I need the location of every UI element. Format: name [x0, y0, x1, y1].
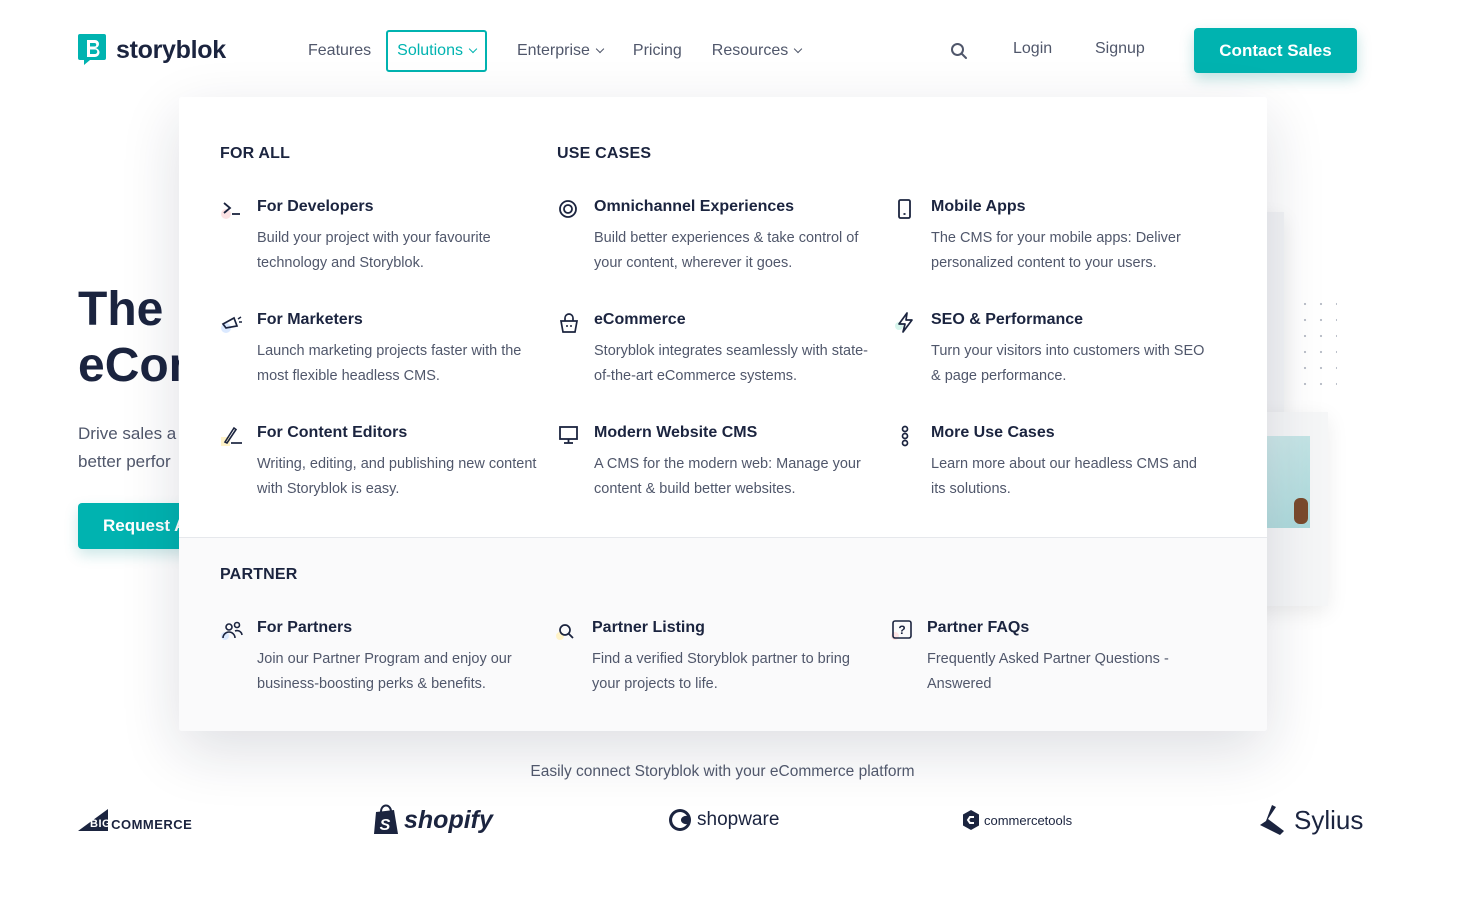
shopify-bag-icon: S	[374, 804, 398, 834]
chevron-down-icon	[794, 44, 803, 54]
sylius-text: Sylius	[1294, 804, 1364, 835]
menu-item-description: Turn your visitors into customers with S…	[931, 343, 1205, 384]
menu-item-title: For Partners	[257, 619, 353, 636]
commercetools-text: commercetools	[984, 812, 1073, 828]
site-header: storyblok Features Solutions Enterprise …	[0, 0, 1470, 100]
more-icon	[894, 424, 918, 448]
bigcommerce-text-b: COMMERCE	[111, 816, 193, 832]
shopware-logo[interactable]: shopware	[668, 800, 779, 840]
svg-text:S: S	[380, 817, 391, 834]
main-nav: Features Solutions Enterprise Pricing Re…	[293, 30, 816, 72]
menu-item-title: More Use Cases	[931, 424, 1055, 441]
nav-solutions[interactable]: Solutions	[386, 30, 487, 72]
menu-item-description: Join our Partner Program and enjoy our b…	[257, 651, 512, 692]
svg-text:?: ?	[898, 623, 905, 637]
login-link[interactable]: Login	[1013, 40, 1052, 58]
nav-resources[interactable]: Resources	[697, 30, 816, 72]
search-icon	[555, 619, 579, 643]
contact-sales-button[interactable]: Contact Sales	[1194, 28, 1357, 73]
commercetools-logo[interactable]: commercetools	[962, 800, 1072, 840]
nav-features-label: Features	[308, 42, 372, 59]
bigcommerce-logo[interactable]: BIG COMMERCE	[78, 800, 192, 840]
shopware-text: shopware	[697, 809, 780, 830]
menu-item-title: Modern Website CMS	[594, 424, 758, 441]
section-heading-for-all: FOR ALL	[220, 145, 291, 162]
target-icon	[557, 198, 581, 222]
menu-item-title: eCommerce	[594, 311, 686, 328]
solutions-dropdown: FOR ALL USE CASES For Developers Build y…	[179, 97, 1267, 731]
sylius-mark-icon	[1260, 805, 1284, 835]
menu-item-title: Mobile Apps	[931, 198, 1026, 215]
storyblok-logo[interactable]: storyblok	[78, 34, 226, 66]
shopware-mark-icon	[669, 809, 691, 831]
menu-item-description: Learn more about our headless CMS and it…	[931, 456, 1197, 497]
nav-pricing-label: Pricing	[632, 42, 682, 59]
menu-item-title: Partner FAQs	[927, 619, 1030, 636]
bigcommerce-text-a: BIG	[90, 818, 112, 830]
menu-item-title: SEO & Performance	[931, 311, 1084, 328]
nav-resources-label: Resources	[711, 42, 789, 59]
basket-icon	[557, 311, 581, 335]
menu-item-description: Build your project with your favourite t…	[257, 230, 491, 271]
dropdown-partner-section: PARTNER For Partners Join our Partner Pr…	[179, 537, 1267, 731]
terminal-icon	[220, 198, 244, 222]
nav-pricing[interactable]: Pricing	[618, 30, 697, 72]
shopify-logo[interactable]: S shopify	[372, 800, 493, 840]
nav-features[interactable]: Features	[293, 30, 386, 72]
commercetools-mark-icon	[963, 810, 979, 830]
menu-item-title: Partner Listing	[592, 619, 705, 636]
nav-enterprise-label: Enterprise	[516, 42, 590, 59]
chevron-down-icon	[468, 44, 478, 54]
sylius-logo[interactable]: Sylius	[1258, 800, 1363, 840]
section-heading-use-cases: USE CASES	[557, 145, 652, 162]
hero-illustration-image	[1266, 436, 1310, 528]
shopify-text: shopify	[404, 805, 493, 834]
menu-item-title: Omnichannel Experiences	[594, 198, 795, 215]
partners-caption: Easily connect Storyblok with your eComm…	[530, 763, 915, 780]
brand-name: storyblok	[116, 35, 226, 64]
bolt-icon	[894, 311, 918, 335]
signup-link[interactable]: Signup	[1095, 40, 1145, 58]
dropdown-main-section: FOR ALL USE CASES For Developers Build y…	[179, 97, 1267, 537]
menu-item-description: Find a verified Storyblok partner to bri…	[592, 651, 850, 692]
question-icon: ?	[890, 619, 914, 643]
users-icon	[220, 619, 244, 643]
menu-item-title: For Developers	[257, 198, 374, 215]
phone-icon	[894, 198, 918, 222]
pen-icon	[220, 424, 244, 448]
search-icon[interactable]	[949, 41, 969, 61]
menu-item-title: For Content Editors	[257, 424, 408, 441]
menu-item-description: Frequently Asked Partner Questions - Ans…	[927, 651, 1169, 692]
decorative-dots	[1297, 296, 1337, 396]
megaphone-icon	[220, 311, 244, 335]
storyblok-logo-icon	[78, 34, 106, 66]
monitor-icon	[557, 424, 581, 448]
menu-item-description: Build better experiences & take control …	[594, 230, 859, 271]
chevron-down-icon	[595, 44, 605, 54]
menu-item-title: For Marketers	[257, 311, 363, 328]
menu-item-description: Writing, editing, and publishing new con…	[257, 456, 537, 497]
menu-item-description: A CMS for the modern web: Manage your co…	[594, 456, 861, 497]
menu-item-description: Storyblok integrates seamlessly with sta…	[594, 343, 868, 384]
menu-item-description: The CMS for your mobile apps: Deliver pe…	[931, 230, 1181, 271]
menu-item-description: Launch marketing projects faster with th…	[257, 343, 522, 384]
nav-solutions-label: Solutions	[397, 42, 463, 59]
nav-enterprise[interactable]: Enterprise	[502, 30, 618, 72]
section-heading-partner: PARTNER	[220, 566, 298, 583]
